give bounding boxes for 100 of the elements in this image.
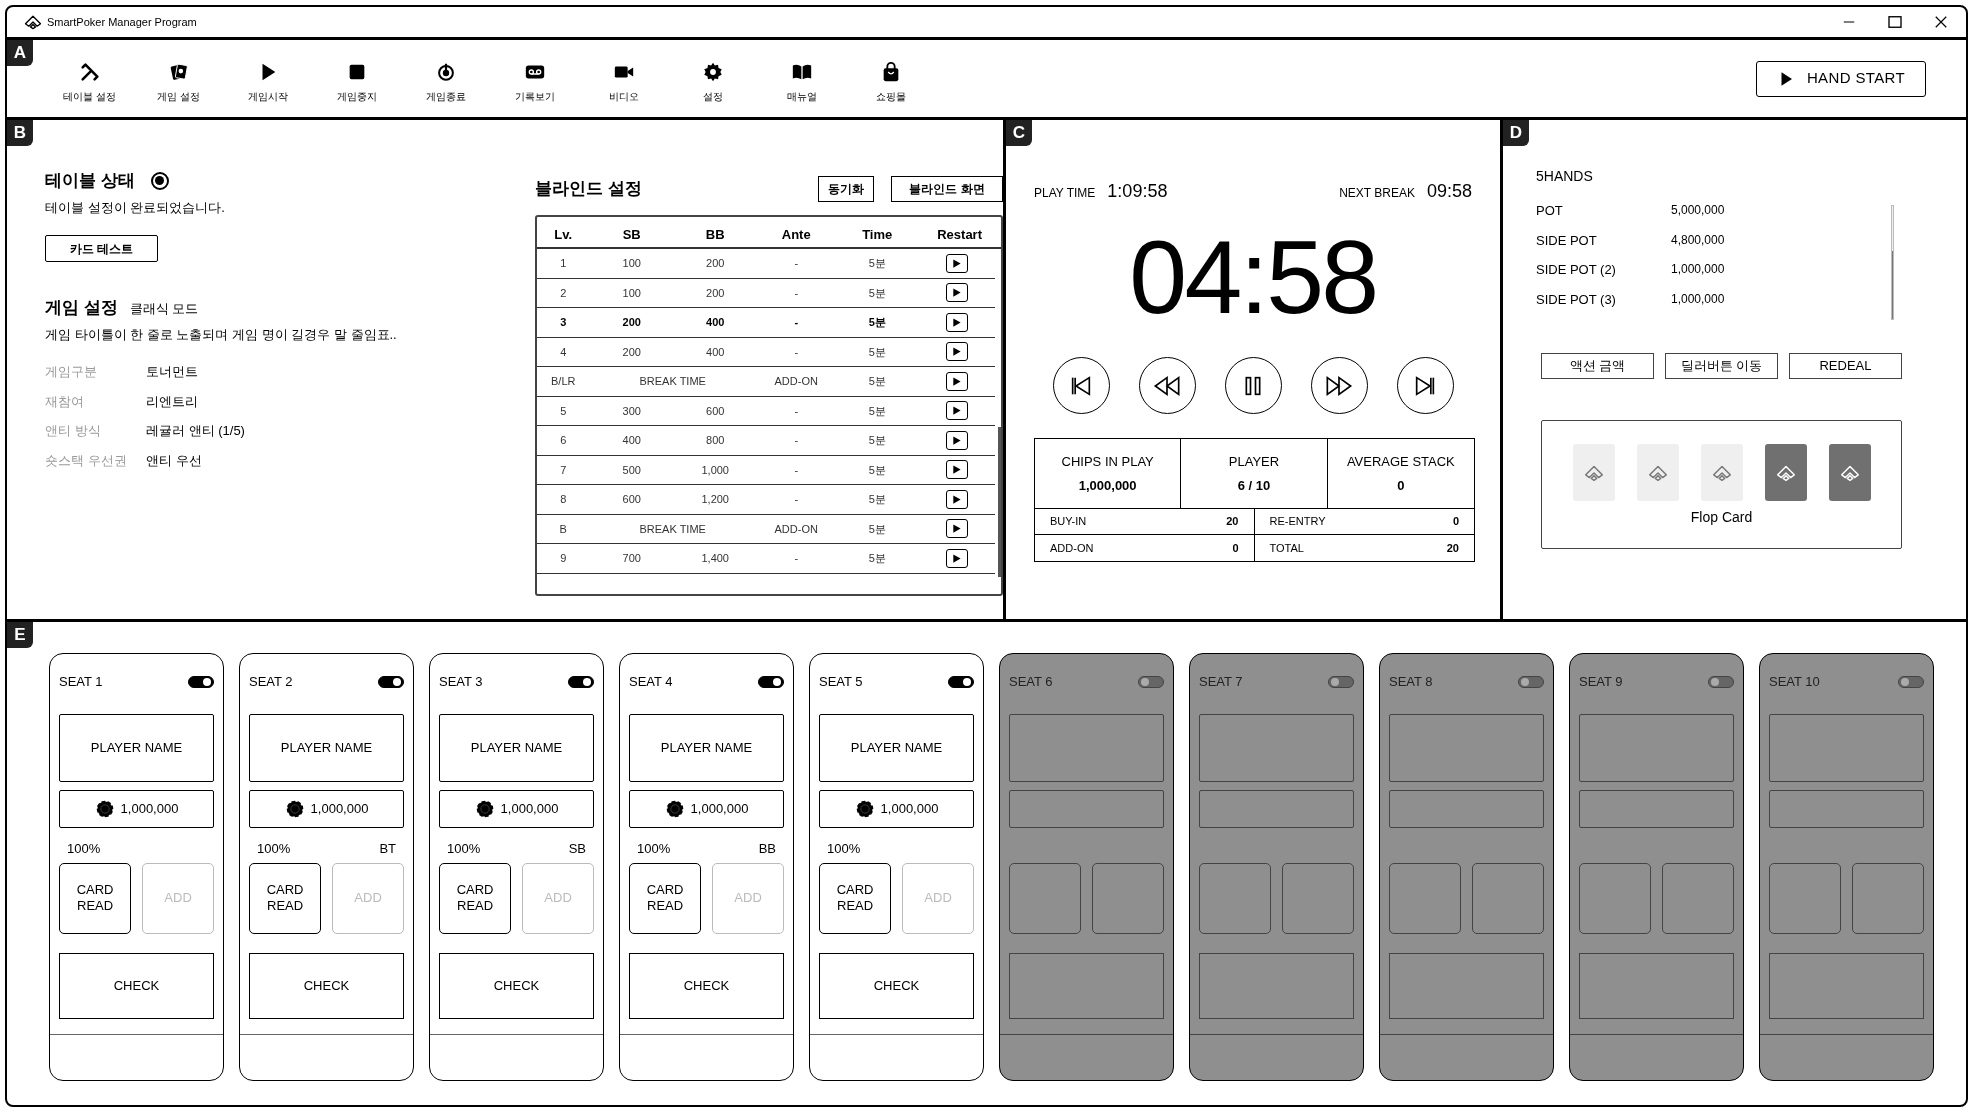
player-name-field[interactable]: PLAYER NAME [249,713,404,782]
blind-button[interactable]: 동기화 [818,176,874,202]
next-break-time: 09:58 [1426,180,1472,203]
card-read-button[interactable] [1769,862,1842,934]
chip-count-field[interactable] [1199,789,1354,828]
toolbar-button[interactable]: 매뉴얼 [757,53,846,104]
player-name-field[interactable]: PLAYER NAME [819,713,974,782]
card-test-button[interactable]: 카드 테스트 [45,235,158,262]
check-button[interactable] [1009,952,1164,1019]
hand-start-button[interactable]: HAND START [1756,60,1926,97]
table-cell-text: 800 [705,433,726,448]
card-read-button[interactable] [1199,862,1272,934]
blind-button[interactable]: 블라인드 화면 [891,176,1003,202]
toolbar-button[interactable]: 기록보기 [490,53,579,104]
player-name-field[interactable] [1389,713,1544,782]
toolbar-button[interactable]: 게임중지 [312,53,401,104]
toolbar-button[interactable]: 게임 설정 [134,53,223,104]
add-button[interactable] [1282,862,1354,934]
check-button[interactable]: CHECK [819,952,974,1019]
player-name-field[interactable]: PLAYER NAME [629,713,784,782]
maximize-icon[interactable] [1886,13,1904,31]
restart-button[interactable] [945,283,968,303]
card-slot[interactable] [1572,444,1615,501]
chip-count-field[interactable]: 1,000,000 [629,789,784,828]
table-cell-text: 6 [559,433,568,448]
restart-button[interactable] [945,253,968,273]
restart-button[interactable] [945,312,968,332]
chip-count-field[interactable]: 1,000,000 [249,789,404,828]
toolbar-button[interactable]: 게임종료 [401,53,490,104]
action-button[interactable]: 액션 금액 [1541,353,1654,379]
check-button[interactable]: CHECK [59,952,214,1019]
check-button[interactable] [1389,952,1544,1019]
stack-percent: 100% [257,839,291,858]
player-name-field[interactable]: PLAYER NAME [439,713,594,782]
restart-button[interactable] [945,430,968,450]
card-read-button[interactable]: CARD READ [249,862,322,934]
mode-label: 클래식 모드 [129,300,199,318]
card-read-button[interactable]: CARD READ [59,862,132,934]
toolbar-button[interactable]: 비디오 [579,53,668,104]
card-read-button[interactable]: CARD READ [819,862,892,934]
action-button[interactable]: 딜러버튼 이동 [1665,353,1778,379]
restart-button[interactable] [945,489,968,509]
chip-count-field[interactable]: 1,000,000 [59,789,214,828]
chip-count-field[interactable] [1009,789,1164,828]
seat-toggle[interactable] [378,675,404,688]
toolbar-button[interactable]: 테이블 설정 [45,53,134,104]
restart-button[interactable] [945,401,968,421]
action-button[interactable]: REDEAL [1789,353,1902,379]
seat-toggle[interactable] [188,675,214,688]
card-read-button[interactable]: CARD READ [439,862,512,934]
card-slot[interactable] [1764,444,1807,501]
player-name-field[interactable] [1579,713,1734,782]
add-button[interactable] [1472,862,1544,934]
player-name-field[interactable] [1769,713,1924,782]
card-slot[interactable] [1636,444,1679,501]
toolbar-button[interactable]: 설정 [668,53,757,104]
table-cell-text: 7 [559,462,568,478]
card-read-button[interactable] [1009,862,1082,934]
restart-button[interactable] [945,371,968,391]
player-name-field[interactable]: PLAYER NAME [59,713,214,782]
restart-button[interactable] [945,519,968,539]
restart-button[interactable] [945,342,968,362]
seat-toggle[interactable] [1898,675,1924,688]
chip-count-field[interactable]: 1,000,000 [439,789,594,828]
add-button[interactable] [1662,862,1734,934]
check-button[interactable]: CHECK [249,952,404,1019]
seat-toggle[interactable] [948,675,974,688]
toolbar-button[interactable]: 게임시작 [223,53,312,104]
seat-toggle[interactable] [1708,675,1734,688]
add-button[interactable] [1092,862,1164,934]
player-name-field[interactable] [1009,713,1164,782]
seat-toggle[interactable] [758,675,784,688]
poker-chip-icon [94,798,115,819]
status-radio[interactable] [150,171,169,190]
seat-toggle[interactable] [568,675,594,688]
hand-count: 5HANDS [1536,167,1594,186]
restart-button[interactable] [945,460,968,480]
seat-toggle[interactable] [1518,675,1544,688]
card-read-button[interactable]: CARD READ [629,862,702,934]
check-button[interactable] [1199,952,1354,1019]
restart-button[interactable] [945,548,968,568]
card-read-button[interactable] [1579,862,1652,934]
table-cell-text: BREAK TIME [638,521,707,537]
card-slot[interactable] [1828,444,1871,501]
toolbar-button[interactable]: 쇼핑몰 [846,53,935,104]
card-slot[interactable] [1700,444,1743,501]
chip-count-field[interactable] [1579,789,1734,828]
table-cell-text: BREAK TIME [638,374,707,389]
add-button[interactable] [1852,862,1924,934]
seat-toggle[interactable] [1138,675,1164,688]
check-button[interactable]: CHECK [629,952,784,1019]
seat-toggle[interactable] [1328,675,1354,688]
chip-count-field[interactable] [1389,789,1544,828]
player-name-field[interactable] [1199,713,1354,782]
card-read-button[interactable] [1389,862,1462,934]
check-button[interactable] [1579,952,1734,1019]
chip-count-field[interactable]: 1,000,000 [819,789,974,828]
check-button[interactable] [1769,952,1924,1019]
chip-count-field[interactable] [1769,789,1924,828]
check-button[interactable]: CHECK [439,952,594,1019]
